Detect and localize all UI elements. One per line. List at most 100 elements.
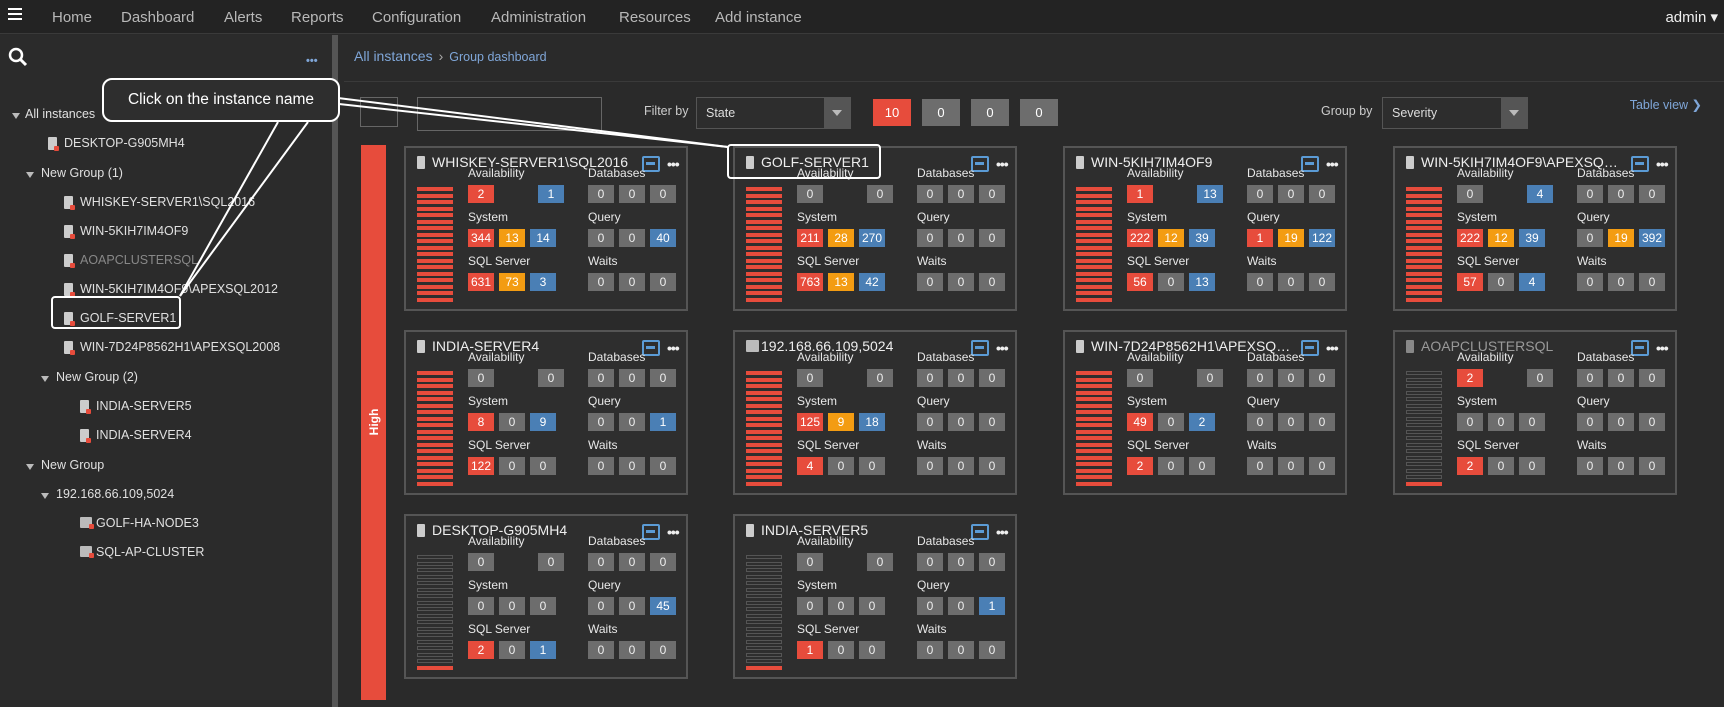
- system-count[interactable]: 9: [828, 413, 854, 431]
- query-count[interactable]: 0: [917, 597, 943, 615]
- waits-count[interactable]: 0: [1278, 273, 1304, 291]
- waits-count[interactable]: 0: [1577, 457, 1603, 475]
- databases-count[interactable]: 0: [979, 553, 1005, 571]
- waits-count[interactable]: 0: [1278, 457, 1304, 475]
- system-count[interactable]: 0: [859, 597, 885, 615]
- databases-count[interactable]: 0: [1309, 185, 1335, 203]
- system-count[interactable]: 12: [1488, 229, 1514, 247]
- databases-count[interactable]: 0: [650, 369, 676, 387]
- query-count[interactable]: 0: [588, 597, 614, 615]
- more-options-icon[interactable]: •••: [667, 524, 680, 540]
- availability-count[interactable]: 0: [1457, 185, 1483, 203]
- system-count[interactable]: 125: [797, 413, 823, 431]
- sqlserver-count[interactable]: 0: [828, 457, 854, 475]
- waits-count[interactable]: 0: [948, 273, 974, 291]
- more-options-icon[interactable]: •••: [1326, 340, 1339, 356]
- query-count[interactable]: 0: [1577, 229, 1603, 247]
- databases-count[interactable]: 0: [1577, 369, 1603, 387]
- more-options-icon[interactable]: •••: [996, 340, 1009, 356]
- toggle-button[interactable]: [360, 97, 398, 127]
- sqlserver-count[interactable]: 0: [1158, 457, 1184, 475]
- query-count[interactable]: 392: [1639, 229, 1665, 247]
- databases-count[interactable]: 0: [650, 553, 676, 571]
- waits-count[interactable]: 0: [979, 273, 1005, 291]
- sqlserver-count[interactable]: 2: [1457, 457, 1483, 475]
- waits-count[interactable]: 0: [1247, 273, 1273, 291]
- system-count[interactable]: 0: [797, 597, 823, 615]
- waits-count[interactable]: 0: [588, 457, 614, 475]
- nav-add-instance[interactable]: Add instance: [715, 9, 802, 26]
- query-count[interactable]: 0: [619, 597, 645, 615]
- query-count[interactable]: 40: [650, 229, 676, 247]
- query-count[interactable]: 0: [588, 413, 614, 431]
- waits-count[interactable]: 0: [650, 273, 676, 291]
- system-count[interactable]: 222: [1127, 229, 1153, 247]
- sqlserver-count[interactable]: 631: [468, 273, 494, 291]
- system-count[interactable]: 0: [1457, 413, 1483, 431]
- table-view-link[interactable]: Table view ❯: [1630, 97, 1702, 112]
- availability-count[interactable]: 0: [1127, 369, 1153, 387]
- databases-count[interactable]: 0: [979, 185, 1005, 203]
- query-count[interactable]: 19: [1278, 229, 1304, 247]
- more-options-icon[interactable]: •••: [1656, 340, 1669, 356]
- waits-count[interactable]: 0: [979, 457, 1005, 475]
- sqlserver-count[interactable]: 0: [859, 457, 885, 475]
- query-count[interactable]: 0: [1247, 413, 1273, 431]
- tree-item[interactable]: DESKTOP-G905MH4: [64, 136, 185, 150]
- nav-configuration[interactable]: Configuration: [372, 9, 461, 26]
- waits-count[interactable]: 0: [619, 457, 645, 475]
- tree-item[interactable]: WIN-5KIH7IM4OF9\APEXSQL2012: [80, 282, 278, 296]
- query-count[interactable]: 0: [619, 229, 645, 247]
- sidebar-more-icon[interactable]: •••: [306, 55, 318, 67]
- count-critical[interactable]: 10: [873, 99, 911, 126]
- tree-item[interactable]: All instances: [25, 107, 95, 121]
- databases-count[interactable]: 0: [979, 369, 1005, 387]
- waits-count[interactable]: 0: [619, 273, 645, 291]
- query-count[interactable]: 0: [619, 413, 645, 431]
- filter-select[interactable]: State: [696, 97, 851, 129]
- breadcrumb-all-instances[interactable]: All instances: [354, 48, 433, 64]
- more-options-icon[interactable]: •••: [1326, 156, 1339, 172]
- sqlserver-count[interactable]: 0: [499, 641, 525, 659]
- sqlserver-count[interactable]: 57: [1457, 273, 1483, 291]
- databases-count[interactable]: 0: [1278, 185, 1304, 203]
- query-count[interactable]: 0: [1309, 413, 1335, 431]
- system-count[interactable]: 8: [468, 413, 494, 431]
- availability-count[interactable]: 0: [867, 553, 893, 571]
- system-count[interactable]: 49: [1127, 413, 1153, 431]
- sqlserver-count[interactable]: 0: [1488, 457, 1514, 475]
- caret-down-icon[interactable]: [12, 113, 20, 119]
- system-count[interactable]: 0: [499, 597, 525, 615]
- system-count[interactable]: 2: [1189, 413, 1215, 431]
- tree-item[interactable]: INDIA-SERVER4: [96, 428, 192, 442]
- caret-down-icon[interactable]: [41, 493, 49, 499]
- tree-item[interactable]: New Group: [41, 458, 104, 472]
- sqlserver-count[interactable]: 56: [1127, 273, 1153, 291]
- availability-count[interactable]: 0: [867, 185, 893, 203]
- sqlserver-count[interactable]: 0: [1189, 457, 1215, 475]
- databases-count[interactable]: 0: [650, 185, 676, 203]
- nav-dashboard[interactable]: Dashboard: [121, 9, 194, 26]
- query-count[interactable]: 1: [650, 413, 676, 431]
- system-count[interactable]: 270: [859, 229, 885, 247]
- tree-item[interactable]: 192.168.66.109,5024: [56, 487, 174, 501]
- waits-count[interactable]: 0: [619, 641, 645, 659]
- sqlserver-count[interactable]: 122: [468, 457, 494, 475]
- databases-count[interactable]: 0: [588, 369, 614, 387]
- more-options-icon[interactable]: •••: [996, 524, 1009, 540]
- query-count[interactable]: 19: [1608, 229, 1634, 247]
- databases-count[interactable]: 0: [948, 185, 974, 203]
- query-count[interactable]: 1: [1247, 229, 1273, 247]
- availability-count[interactable]: 0: [468, 369, 494, 387]
- waits-count[interactable]: 0: [1577, 273, 1603, 291]
- availability-count[interactable]: 1: [538, 185, 564, 203]
- availability-count[interactable]: 0: [797, 185, 823, 203]
- system-count[interactable]: 0: [828, 597, 854, 615]
- system-count[interactable]: 13: [499, 229, 525, 247]
- query-count[interactable]: 0: [1639, 413, 1665, 431]
- query-count[interactable]: 0: [588, 229, 614, 247]
- databases-count[interactable]: 0: [619, 185, 645, 203]
- tree-item[interactable]: GOLF-HA-NODE3: [96, 516, 199, 530]
- system-count[interactable]: 211: [797, 229, 823, 247]
- system-count[interactable]: 39: [1189, 229, 1215, 247]
